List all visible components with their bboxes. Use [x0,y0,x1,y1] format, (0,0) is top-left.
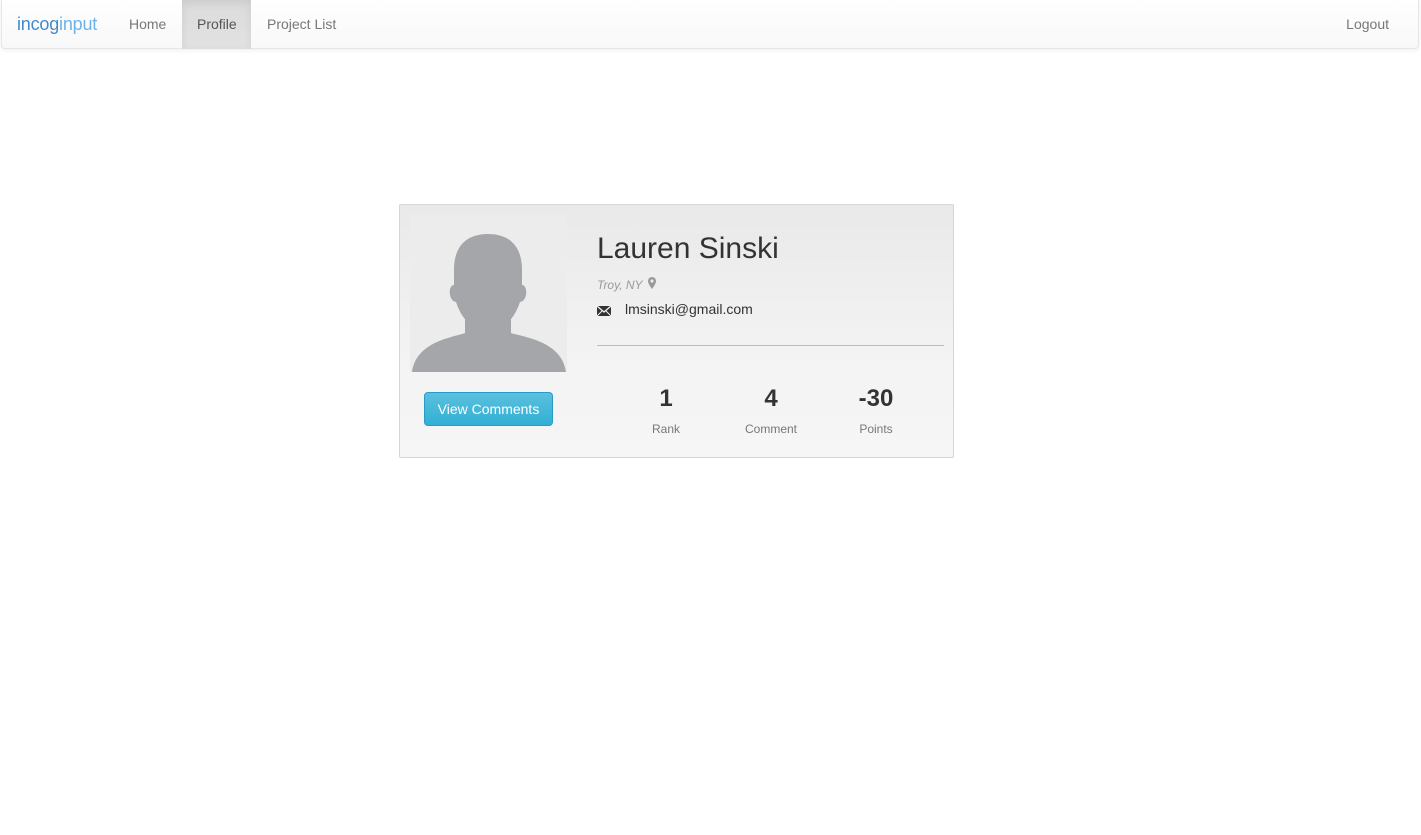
stat-points: -30 Points [823,383,929,437]
user-silhouette-icon [412,234,566,372]
email-text[interactable]: lmsinski@gmail.com [625,300,753,318]
envelope-icon [596,303,612,317]
top-navbar: incoginput Home Profile Project List Log… [1,0,1419,49]
divider [597,345,944,346]
stat-comment-value: 4 [764,385,778,412]
brand-text-part1: incog [17,14,60,34]
stat-comment-label: Comment [744,422,797,436]
nav-profile[interactable]: Profile [182,0,251,49]
stat-rank: 1 Rank [613,383,719,437]
nav-logout[interactable]: Logout [1331,0,1404,49]
stat-rank-label: Rank [651,422,680,436]
location-text: Troy, NY [597,278,643,292]
view-comments-button[interactable]: View Comments [424,392,553,426]
nav-home[interactable]: Home [114,0,181,49]
stat-points-label: Points [859,422,893,436]
profile-email-row: lmsinski@gmail.com [596,300,753,318]
stat-points-value: -30 [858,385,894,412]
stat-rank-value: 1 [659,385,673,412]
profile-location: Troy, NY [597,277,656,293]
profile-card: View Comments Lauren Sinski Troy, NY lms… [399,204,954,458]
brand-logo[interactable]: incoginput [17,0,97,49]
nav-project-list[interactable]: Project List [252,0,351,49]
profile-name: Lauren Sinski [597,232,779,265]
map-marker-icon [647,277,656,293]
brand-text-part2: input [59,14,98,34]
avatar [410,215,567,372]
stat-comment: 4 Comment [718,383,824,437]
